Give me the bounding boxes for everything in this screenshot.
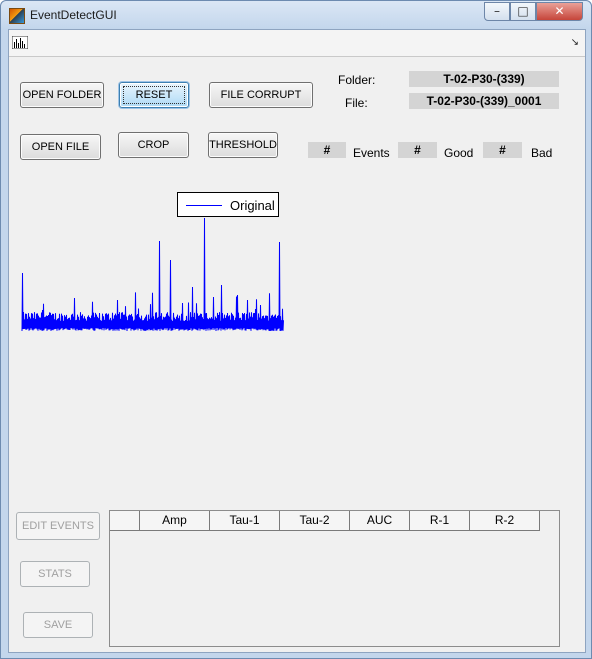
threshold-button[interactable]: THRESHOLD bbox=[208, 132, 278, 158]
minimize-icon: – bbox=[494, 4, 500, 18]
close-button[interactable]: ✕ bbox=[536, 2, 583, 21]
figure-client-area: ↘ OPEN FOLDER RESET FILE CORRUPT Folder:… bbox=[8, 29, 586, 653]
file-value: T-02-P30-(339)_0001 bbox=[409, 93, 559, 109]
maximize-icon: □ bbox=[517, 4, 529, 18]
column-header-tau-2[interactable]: Tau-2 bbox=[280, 511, 350, 531]
good-count: # bbox=[398, 142, 437, 158]
dock-arrow-icon[interactable]: ↘ bbox=[571, 37, 579, 48]
title-bar[interactable]: EventDetectGUI – □ ✕ bbox=[1, 1, 591, 29]
column-header-r-2[interactable]: R-2 bbox=[470, 511, 540, 531]
column-header-r-1[interactable]: R-1 bbox=[410, 511, 470, 531]
open-file-button[interactable]: OPEN FILE bbox=[20, 134, 101, 160]
save-button[interactable]: SAVE bbox=[23, 612, 93, 638]
open-folder-button[interactable]: OPEN FOLDER bbox=[20, 82, 104, 108]
reset-button[interactable]: RESET bbox=[119, 82, 189, 108]
crop-button[interactable]: CROP bbox=[118, 132, 189, 158]
events-label: Events bbox=[353, 146, 390, 160]
results-table[interactable]: Amp Tau-1 Tau-2 AUC R-1 R-2 bbox=[109, 510, 560, 647]
bad-count: # bbox=[483, 142, 522, 158]
folder-label: Folder: bbox=[338, 73, 376, 87]
figure-toolbar: ↘ bbox=[9, 30, 585, 57]
maximize-button[interactable]: □ bbox=[510, 2, 536, 21]
plot-legend: Original bbox=[177, 192, 279, 217]
matlab-app-icon bbox=[9, 8, 25, 24]
column-header-amp[interactable]: Amp bbox=[140, 511, 210, 531]
events-count: # bbox=[308, 142, 346, 158]
signal-trace-line bbox=[21, 217, 284, 332]
edit-events-button[interactable]: EDIT EVENTS bbox=[16, 512, 100, 540]
plot-tools-icon[interactable] bbox=[12, 36, 28, 49]
close-icon: ✕ bbox=[554, 4, 565, 18]
table-header-row: Amp Tau-1 Tau-2 AUC R-1 R-2 bbox=[110, 511, 540, 531]
app-window: EventDetectGUI – □ ✕ ↘ OPEN FOLDER RESET… bbox=[0, 0, 592, 659]
folder-value: T-02-P30-(339) bbox=[409, 71, 559, 87]
column-header-auc[interactable]: AUC bbox=[350, 511, 410, 531]
good-label: Good bbox=[444, 146, 474, 160]
stats-button[interactable]: STATS bbox=[20, 561, 90, 587]
legend-line-swatch bbox=[186, 205, 222, 206]
column-header-tau-1[interactable]: Tau-1 bbox=[210, 511, 280, 531]
row-header-corner bbox=[110, 511, 140, 531]
window-title: EventDetectGUI bbox=[30, 8, 117, 22]
file-corrupt-button[interactable]: FILE CORRUPT bbox=[209, 82, 313, 108]
minimize-button[interactable]: – bbox=[484, 2, 510, 21]
legend-label: Original bbox=[230, 198, 275, 213]
file-label: File: bbox=[345, 96, 368, 110]
bad-label: Bad bbox=[531, 146, 553, 160]
